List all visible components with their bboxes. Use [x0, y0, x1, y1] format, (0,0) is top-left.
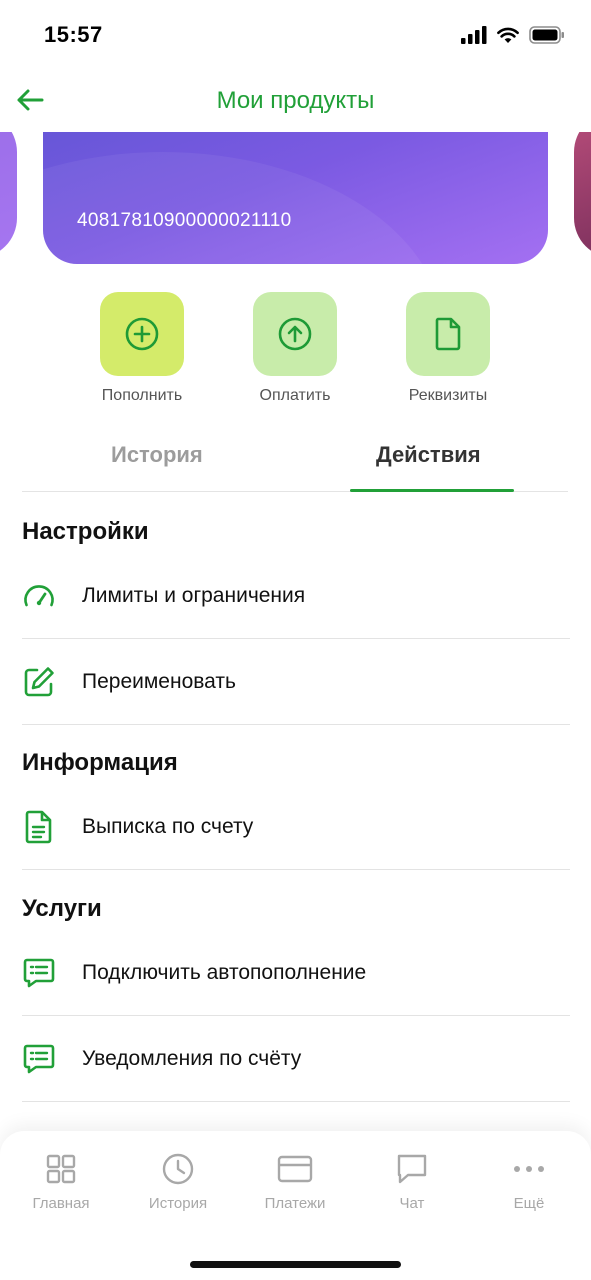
- card-previous[interactable]: [0, 132, 17, 258]
- nav-label: История: [148, 1195, 208, 1212]
- topup-tile[interactable]: [100, 292, 184, 376]
- nav-item-payments[interactable]: Платежи: [236, 1149, 354, 1212]
- section-title-services: Услуги: [22, 895, 102, 922]
- card-next[interactable]: [574, 132, 591, 258]
- arrow-up-circle-icon: [278, 317, 312, 351]
- nav-item-more[interactable]: Ещё: [470, 1149, 588, 1212]
- topup-button[interactable]: Пополнить: [82, 292, 202, 405]
- list-item-autotopup[interactable]: Подключить автопополнение: [22, 930, 570, 1016]
- speedometer-icon: [22, 579, 56, 613]
- plus-circle-icon: [125, 317, 159, 351]
- grid-icon: [41, 1149, 81, 1189]
- wifi-icon: [497, 27, 519, 43]
- pay-label: Оплатить: [259, 387, 331, 404]
- account-card[interactable]: 40817810900000021110: [43, 132, 548, 264]
- edit-icon: [22, 665, 56, 699]
- nav-label: Платежи: [264, 1195, 326, 1212]
- list-item-statement[interactable]: Выписка по счету: [22, 784, 570, 870]
- list-item-label: Выписка по счету: [82, 814, 254, 838]
- header: Мои продукты: [0, 70, 591, 132]
- list-item-label: Лимиты и ограничения: [82, 583, 306, 607]
- list-item-label: Переименовать: [82, 669, 236, 693]
- quick-actions: Пополнить Оплатить Реквизиты: [0, 292, 591, 412]
- statement-document-icon: [22, 810, 56, 844]
- nav-item-history[interactable]: История: [119, 1149, 237, 1212]
- section-title-information: Информация: [22, 749, 178, 776]
- active-tab-indicator: [350, 489, 514, 492]
- chat-bubble-icon: [392, 1149, 432, 1189]
- list-item-label: Уведомления по счёту: [82, 1046, 302, 1070]
- more-dots-icon: [509, 1149, 549, 1189]
- nav-label: Чат: [399, 1195, 425, 1212]
- clock-icon: [158, 1149, 198, 1189]
- tab-actions[interactable]: Действия: [376, 442, 481, 468]
- battery-icon: [529, 26, 564, 44]
- page-title: Мои продукты: [216, 87, 375, 114]
- list-item-label: Подключить автопополнение: [82, 960, 367, 984]
- card-carousel[interactable]: 40817810900000021110: [0, 132, 591, 266]
- list-item-notifications[interactable]: Уведомления по счёту: [22, 1016, 570, 1102]
- signal-icon: [461, 26, 487, 44]
- section-title-settings: Настройки: [22, 518, 149, 545]
- card-account-number: 40817810900000021110: [77, 210, 292, 231]
- tab-history[interactable]: История: [111, 442, 203, 468]
- tab-bar: История Действия: [22, 430, 568, 492]
- list-item-limits[interactable]: Лимиты и ограничения: [22, 553, 570, 639]
- pay-tile[interactable]: [253, 292, 337, 376]
- pay-button[interactable]: Оплатить: [235, 292, 355, 405]
- document-icon: [435, 317, 461, 351]
- status-time: 15:57: [44, 22, 103, 47]
- home-indicator[interactable]: [190, 1261, 401, 1268]
- nav-item-chat[interactable]: Чат: [353, 1149, 471, 1212]
- requisites-button[interactable]: Реквизиты: [388, 292, 508, 405]
- status-bar: 15:57: [0, 0, 591, 70]
- nav-label: Главная: [32, 1195, 90, 1212]
- card-icon: [275, 1149, 315, 1189]
- message-list-icon: [22, 956, 56, 990]
- status-icons: [461, 26, 565, 44]
- requisites-label: Реквизиты: [408, 387, 488, 404]
- bottom-navigation: Главная История Платежи Чат Ещё: [0, 1131, 591, 1280]
- list-item-rename[interactable]: Переименовать: [22, 639, 570, 725]
- nav-label: Ещё: [513, 1195, 545, 1212]
- nav-item-home[interactable]: Главная: [2, 1149, 120, 1212]
- requisites-tile[interactable]: [406, 292, 490, 376]
- message-list-icon: [22, 1042, 56, 1076]
- topup-label: Пополнить: [101, 387, 183, 404]
